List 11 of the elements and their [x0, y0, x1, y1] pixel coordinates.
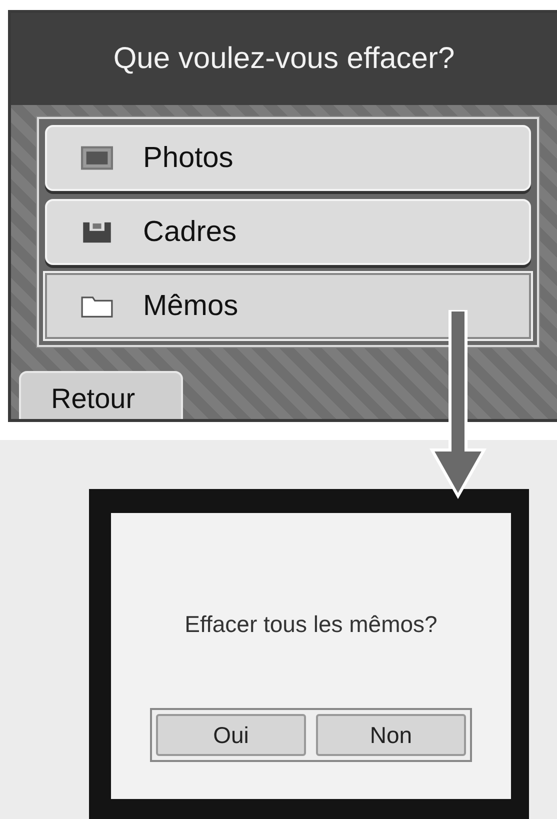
dialog-message: Effacer tous les mêmos?	[184, 611, 438, 638]
dialog-button[interactable]: Non	[316, 714, 466, 756]
menu-item[interactable]: Photos	[45, 125, 531, 191]
menu-item[interactable]: Mêmos	[45, 273, 531, 339]
menu-item[interactable]: Cadres	[45, 199, 531, 265]
picture-icon	[81, 146, 113, 170]
screen-title: Que voulez-vous effacer?	[113, 42, 455, 76]
tray-icon	[81, 220, 113, 244]
dialog-button[interactable]: Oui	[156, 714, 306, 756]
folder-icon	[81, 294, 113, 318]
back-button[interactable]: Retour	[19, 371, 183, 419]
